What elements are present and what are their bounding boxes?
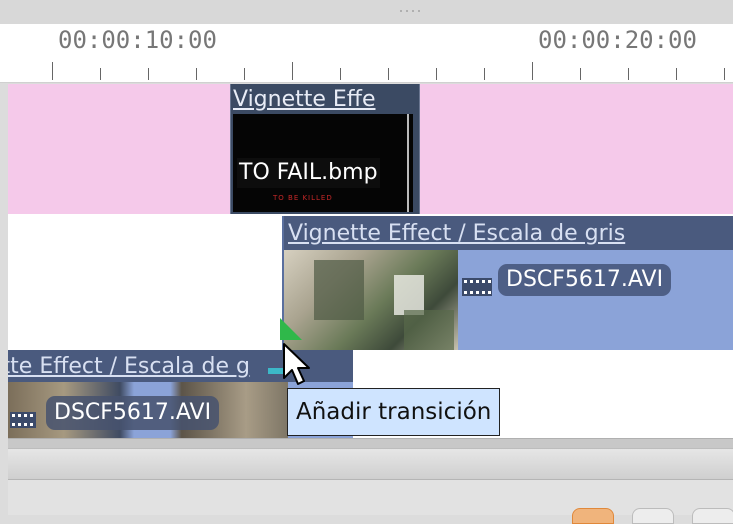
tooltip-add-transition: Añadir transición [287,388,501,436]
clip-to-fail-bmp[interactable]: Vignette Effe TO FAIL.bmp TO BE KILLED [230,84,420,214]
horizontal-scrollbar[interactable] [8,448,733,480]
clip-thumbnail: TO FAIL.bmp TO BE KILLED [233,114,413,212]
clip-filename: TO FAIL.bmp [237,158,380,188]
mouse-pointer-icon [283,343,310,385]
clip-marker-line [407,114,409,212]
bottom-tab[interactable] [692,508,733,524]
thumbnail-caption: TO BE KILLED [273,194,333,202]
bottom-tab[interactable] [632,508,674,524]
clip-thumbnail [284,250,458,350]
clip-dscf5617-avi[interactable]: Vignette Effect / Escala de gris DSCF561… [282,216,733,350]
panel-top-strip [0,0,733,25]
ruler-label-20s: 00:00:20:00 [538,26,697,54]
grip-icon[interactable] [398,9,422,13]
transition-handle[interactable] [280,318,302,340]
ruler-ticks [52,62,725,80]
clip-filename-badge: DSCF5617.AVI [498,264,672,296]
clip-titlebar: Vignette Effect / Escala de gris [284,216,733,250]
clip-effect-title[interactable]: Vignette Effe [233,86,417,114]
film-strip-icon [10,412,36,428]
ruler-label-10s: 00:00:10:00 [58,26,217,54]
clip-effect-title[interactable]: Vignette Effect / Escala de gris [288,218,733,248]
clip-filename-badge: DSCF5617.AVI [46,396,220,430]
bottom-tab-active[interactable] [572,508,614,524]
bottom-panel [8,480,733,515]
film-strip-icon [462,278,492,296]
